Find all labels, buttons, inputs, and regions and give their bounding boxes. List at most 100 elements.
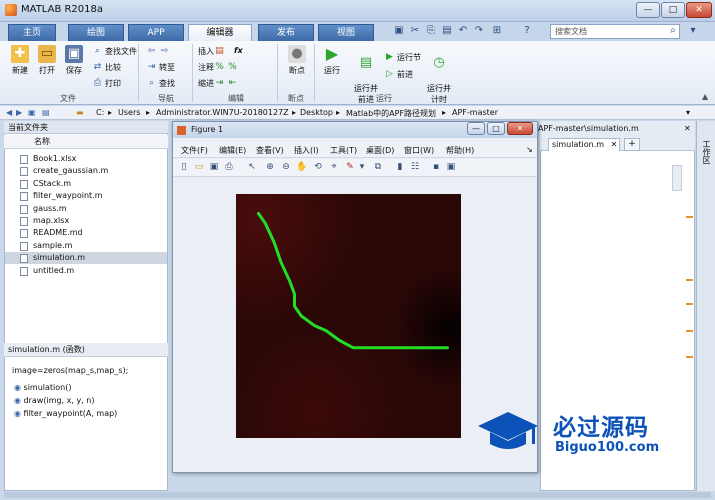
cut-icon[interactable]: ✂	[408, 24, 422, 38]
function-item[interactable]: ◉ simulation()	[14, 383, 71, 392]
name-column-header[interactable]: 名称	[4, 135, 168, 149]
save-quick-icon[interactable]: ▣	[392, 24, 406, 38]
run-section-button[interactable]: ▶ 运行节	[384, 52, 421, 63]
tab-home[interactable]: 主页	[8, 24, 56, 41]
breadcrumb-part[interactable]: APF-master	[452, 108, 498, 117]
comment-button[interactable]: 注释%%	[198, 62, 240, 73]
figure-menu-file[interactable]: 文件(F)	[181, 145, 208, 156]
save-figure-icon[interactable]: ▣	[208, 161, 220, 173]
pointer-icon[interactable]: ↖	[246, 161, 258, 173]
tab-view[interactable]: 视图	[318, 24, 374, 41]
fx-button[interactable]: fx	[234, 46, 243, 55]
brush-dropdown-icon[interactable]: ▾	[356, 161, 368, 173]
breadcrumb-part[interactable]: Matlab中的APF路径规划	[346, 108, 436, 119]
address-dropdown-icon[interactable]: ▾	[686, 108, 690, 117]
function-item[interactable]: ◉ filter_waypoint(A, map)	[14, 409, 117, 418]
compare-button[interactable]: ⇄ 比较	[92, 62, 121, 73]
breakpoints-button[interactable]: ● 断点	[283, 45, 311, 76]
rotate-icon[interactable]: ⟲	[312, 161, 324, 173]
close-button[interactable]: ✕	[686, 2, 712, 18]
open-button[interactable]: ▭ 打开	[33, 45, 61, 76]
tab-editor[interactable]: 编辑器	[188, 24, 252, 41]
editor-scrollbar[interactable]	[672, 165, 682, 191]
file-list-item[interactable]: gauss.m	[5, 203, 167, 215]
figure-menu-window[interactable]: 窗口(W)	[404, 145, 434, 156]
figure-menu-edit[interactable]: 编辑(E)	[219, 145, 246, 156]
insert-button[interactable]: 插入▤	[198, 46, 227, 57]
redo-icon[interactable]: ↷	[472, 24, 486, 38]
plot-axes[interactable]	[236, 194, 461, 438]
search-icon[interactable]: ⌕	[666, 24, 680, 38]
breadcrumb-part[interactable]: Users	[118, 108, 140, 117]
tab-plots[interactable]: 绘图	[68, 24, 124, 41]
figure-menu-desktop[interactable]: 桌面(D)	[366, 145, 394, 156]
undo-icon[interactable]: ↶	[456, 24, 470, 38]
print-button[interactable]: ⎙ 打印	[92, 78, 121, 89]
file-list-item[interactable]: README.md	[5, 227, 167, 239]
legend-icon[interactable]: ☷	[409, 161, 421, 173]
find-files-button[interactable]: ⌕ 查找文件	[92, 46, 137, 57]
editor-tab-simulation[interactable]: simulation.m ✕	[548, 138, 620, 151]
breadcrumb-part[interactable]: C:	[96, 108, 104, 117]
show-plot-tools-icon[interactable]: ▣	[445, 161, 457, 173]
close-tab-icon[interactable]: ✕	[611, 140, 618, 149]
file-list-item[interactable]: untitled.m	[5, 265, 167, 277]
file-list-item[interactable]: simulation.m	[5, 252, 167, 265]
back-icon[interactable]: ◀	[6, 108, 12, 117]
advance-button[interactable]: ▷ 前进	[384, 69, 413, 80]
link-plot-icon[interactable]: ⧉	[372, 161, 384, 173]
colorbar-icon[interactable]: ▮	[394, 161, 406, 173]
breadcrumb-part[interactable]: Administrator.WIN7U-20180127Z	[156, 108, 289, 117]
switch-windows-icon[interactable]: ⊞	[490, 24, 504, 38]
run-and-time-button[interactable]: ◷ 运行并 计时	[425, 45, 453, 105]
new-tab-button[interactable]: +	[624, 138, 640, 151]
paste-icon[interactable]: ▤	[440, 24, 454, 38]
help-icon[interactable]: ?	[520, 24, 534, 38]
figure-menu-dock-icon[interactable]: ↘	[526, 145, 533, 154]
save-button[interactable]: ▣ 保存	[60, 45, 88, 76]
minimize-button[interactable]: —	[636, 2, 660, 18]
zoom-in-icon[interactable]: ⊕	[264, 161, 276, 173]
new-button[interactable]: ✚ 新建	[6, 45, 34, 76]
open-file-icon[interactable]: ▭	[193, 161, 205, 173]
file-list-item[interactable]: Book1.xlsx	[5, 153, 167, 165]
run-button[interactable]: ▶ 运行	[318, 45, 346, 76]
figure-minimize-button[interactable]: —	[467, 122, 485, 135]
function-item[interactable]: ◉ draw(img, x, y, n)	[14, 396, 94, 405]
figure-close-button[interactable]: ✕	[507, 122, 533, 135]
figure-menu-tools[interactable]: 工具(T)	[330, 145, 357, 156]
up-folder-icon[interactable]: ▣	[28, 108, 36, 117]
figure-menu-insert[interactable]: 插入(I)	[294, 145, 319, 156]
file-list-item[interactable]: map.xlsx	[5, 215, 167, 227]
workspace-label[interactable]: 工作区	[699, 140, 711, 164]
file-list-item[interactable]: sample.m	[5, 240, 167, 252]
figure-maximize-button[interactable]: □	[487, 122, 505, 135]
file-list-item[interactable]: filter_waypoint.m	[5, 190, 167, 202]
print-figure-icon[interactable]: ⎙	[223, 161, 235, 173]
brush-icon[interactable]: ✎	[344, 161, 356, 173]
tab-apps[interactable]: APP	[128, 24, 184, 41]
figure-menu-help[interactable]: 帮助(H)	[446, 145, 474, 156]
find-button[interactable]: ⌕ 查找	[146, 78, 175, 89]
browse-folder-icon[interactable]: ▤	[42, 108, 50, 117]
figure-menu-view[interactable]: 查看(V)	[256, 145, 284, 156]
indent-button[interactable]: 缩进 ⇥ ⇤	[198, 78, 240, 89]
goto-button[interactable]: ⇥ 转至	[146, 62, 175, 73]
data-cursor-icon[interactable]: ⌖	[328, 161, 340, 173]
nav-back-button[interactable]: ⇦ ⇨	[146, 46, 172, 57]
search-input[interactable]: 搜索文档	[550, 24, 680, 39]
file-list-item[interactable]: create_gaussian.m	[5, 165, 167, 177]
notifications-icon[interactable]: ▾	[686, 24, 700, 38]
maximize-button[interactable]: □	[661, 2, 685, 18]
zoom-out-icon[interactable]: ⊖	[280, 161, 292, 173]
new-figure-icon[interactable]: ▯	[178, 161, 190, 173]
collapse-ribbon-icon[interactable]: ▲	[702, 92, 708, 101]
pan-icon[interactable]: ✋	[296, 161, 308, 173]
breadcrumb-part[interactable]: Desktop	[300, 108, 333, 117]
copy-icon[interactable]: ⎘	[424, 24, 438, 38]
tab-publish[interactable]: 发布	[258, 24, 314, 41]
file-list-item[interactable]: CStack.m	[5, 178, 167, 190]
hide-plot-tools-icon[interactable]: ▪	[430, 161, 442, 173]
editor-close-icon[interactable]: ✕	[684, 124, 691, 133]
forward-icon[interactable]: ▶	[16, 108, 22, 117]
